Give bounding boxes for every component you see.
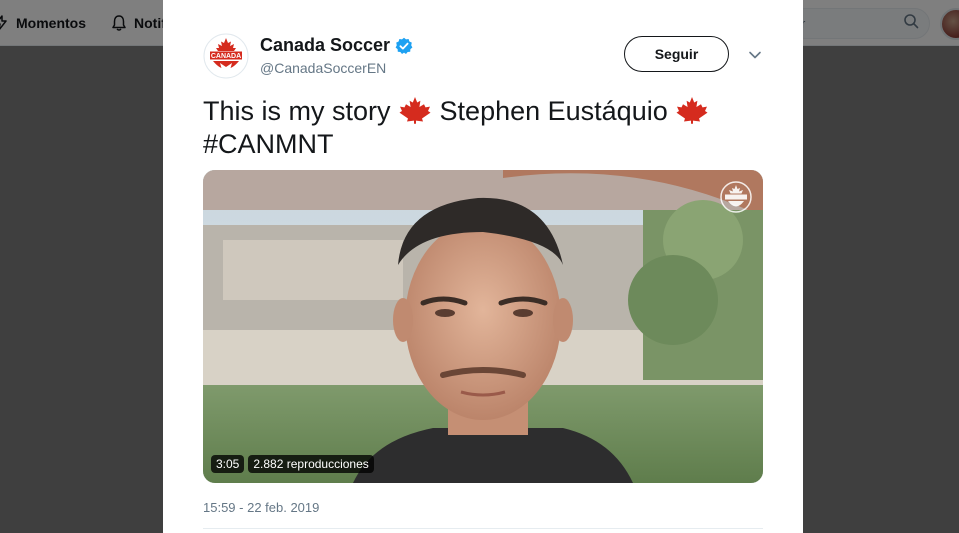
tweet-text: This is my story Stephen Eustáquio #CANM… — [203, 95, 763, 161]
tweet-timestamp[interactable]: 15:59 - 22 feb. 2019 — [203, 500, 319, 515]
video-view-count: 2.882 reproducciones — [248, 455, 374, 473]
author-name-row: Canada Soccer — [260, 35, 413, 56]
maple-leaf-emoji-icon — [399, 97, 431, 124]
hashtag-link[interactable]: #CANMNT — [203, 129, 334, 159]
canada-soccer-logo: CANADA — [203, 33, 249, 79]
tweet-text-player-name: Stephen Eustáquio — [439, 96, 668, 126]
video-watermark-logo — [720, 181, 752, 213]
verified-badge-icon — [395, 37, 413, 54]
tweet-modal: CANADA Canada Soccer @CanadaSoccerEN Seg… — [163, 0, 803, 533]
video-player[interactable]: 3:05 2.882 reproducciones — [203, 170, 763, 483]
divider — [203, 528, 763, 529]
author-name[interactable]: Canada Soccer — [260, 35, 390, 56]
tweet-text-intro: This is my story — [203, 96, 391, 126]
follow-button[interactable]: Seguir — [624, 36, 729, 72]
video-thumbnail — [203, 170, 763, 483]
video-duration: 3:05 — [211, 455, 245, 473]
author-handle[interactable]: @CanadaSoccerEN — [260, 60, 386, 76]
author-avatar[interactable]: CANADA — [203, 33, 249, 79]
chevron-down-icon[interactable] — [747, 47, 763, 63]
logo-text: CANADA — [211, 53, 241, 60]
maple-leaf-emoji-icon — [676, 97, 708, 124]
video-info-badges: 3:05 2.882 reproducciones — [211, 455, 374, 473]
